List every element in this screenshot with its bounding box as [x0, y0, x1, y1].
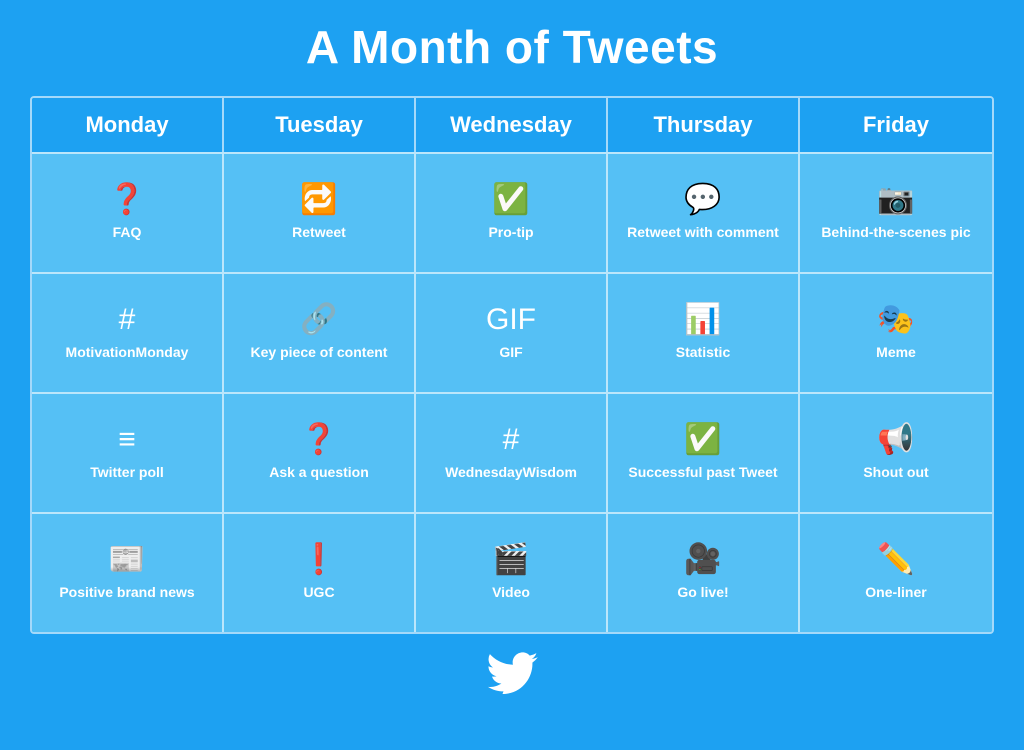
- statistic-icon: 📊: [684, 305, 721, 335]
- gif-icon: GIF: [486, 305, 536, 335]
- meme-icon: 🎭: [877, 305, 914, 335]
- table-cell: 🔁 Retweet: [224, 152, 416, 272]
- cell-label: Ask a question: [269, 463, 369, 481]
- twitter-bird-icon: [486, 652, 538, 694]
- header-day-tuesday: Tuesday: [224, 98, 416, 152]
- cell-label: Key piece of content: [251, 343, 388, 361]
- table-cell: # MotivationMonday: [32, 272, 224, 392]
- cell-label: Pro-tip: [488, 223, 533, 241]
- table-cell: 🎬 Video: [416, 512, 608, 632]
- table-cell: ≡ Twitter poll: [32, 392, 224, 512]
- header-day-wednesday: Wednesday: [416, 98, 608, 152]
- cell-label: One-liner: [865, 583, 926, 601]
- table-cell: ✏️ One-liner: [800, 512, 992, 632]
- table-cell: 📊 Statistic: [608, 272, 800, 392]
- poll-icon: ≡: [118, 425, 136, 455]
- faq-icon: ❓: [108, 185, 145, 215]
- body-grid: ❓ FAQ 🔁 Retweet ✅ Pro-tip 💬 Retweet with commen…: [32, 152, 992, 632]
- hashtag-icon: #: [119, 305, 136, 335]
- cell-label: Positive brand news: [59, 583, 194, 601]
- calendar: MondayTuesdayWednesdayThursdayFriday ❓ FA…: [30, 96, 994, 634]
- shoutout-icon: 📢: [877, 425, 914, 455]
- link-icon: 🔗: [300, 305, 337, 335]
- question-icon: ❓: [300, 425, 337, 455]
- table-cell: 📢 Shout out: [800, 392, 992, 512]
- retweet-comment-icon: 💬: [684, 185, 721, 215]
- page-title: A Month of Tweets: [306, 20, 718, 74]
- cell-label: Retweet: [292, 223, 346, 241]
- twitter-footer: [486, 652, 538, 703]
- table-cell: 📷 Behind-the-scenes pic: [800, 152, 992, 272]
- oneliner-icon: ✏️: [877, 545, 914, 575]
- table-cell: 💬 Retweet with comment: [608, 152, 800, 272]
- header-row: MondayTuesdayWednesdayThursdayFriday: [32, 98, 992, 152]
- cell-label: MotivationMonday: [66, 343, 189, 361]
- success-icon: ✅: [684, 425, 721, 455]
- table-cell: ✅ Successful past Tweet: [608, 392, 800, 512]
- table-cell: 📰 Positive brand news: [32, 512, 224, 632]
- cell-label: UGC: [303, 583, 334, 601]
- header-day-friday: Friday: [800, 98, 992, 152]
- cell-label: Meme: [876, 343, 916, 361]
- header-day-monday: Monday: [32, 98, 224, 152]
- video-icon: 🎬: [492, 545, 529, 575]
- table-cell: GIF GIF: [416, 272, 608, 392]
- cell-label: Successful past Tweet: [628, 463, 777, 481]
- table-cell: ❓ FAQ: [32, 152, 224, 272]
- table-cell: ❗ UGC: [224, 512, 416, 632]
- cell-label: GIF: [499, 343, 522, 361]
- cell-label: Twitter poll: [90, 463, 164, 481]
- cell-label: Shout out: [863, 463, 928, 481]
- news-icon: 📰: [108, 545, 145, 575]
- ugc-icon: ❗: [300, 545, 337, 575]
- cell-label: Behind-the-scenes pic: [821, 223, 970, 241]
- cell-label: Video: [492, 583, 530, 601]
- table-cell: ✅ Pro-tip: [416, 152, 608, 272]
- live-icon: 🎥: [684, 545, 721, 575]
- cell-label: Statistic: [676, 343, 730, 361]
- cell-label: Retweet with comment: [627, 223, 779, 241]
- camera-icon: 📷: [877, 185, 914, 215]
- cell-label: Go live!: [677, 583, 728, 601]
- table-cell: 🎥 Go live!: [608, 512, 800, 632]
- protip-icon: ✅: [492, 185, 529, 215]
- table-cell: ❓ Ask a question: [224, 392, 416, 512]
- retweet-icon: 🔁: [300, 185, 337, 215]
- header-day-thursday: Thursday: [608, 98, 800, 152]
- table-cell: 🔗 Key piece of content: [224, 272, 416, 392]
- cell-label: FAQ: [113, 223, 142, 241]
- hashtag2-icon: #: [503, 425, 520, 455]
- cell-label: WednesdayWisdom: [445, 463, 577, 481]
- table-cell: # WednesdayWisdom: [416, 392, 608, 512]
- table-cell: 🎭 Meme: [800, 272, 992, 392]
